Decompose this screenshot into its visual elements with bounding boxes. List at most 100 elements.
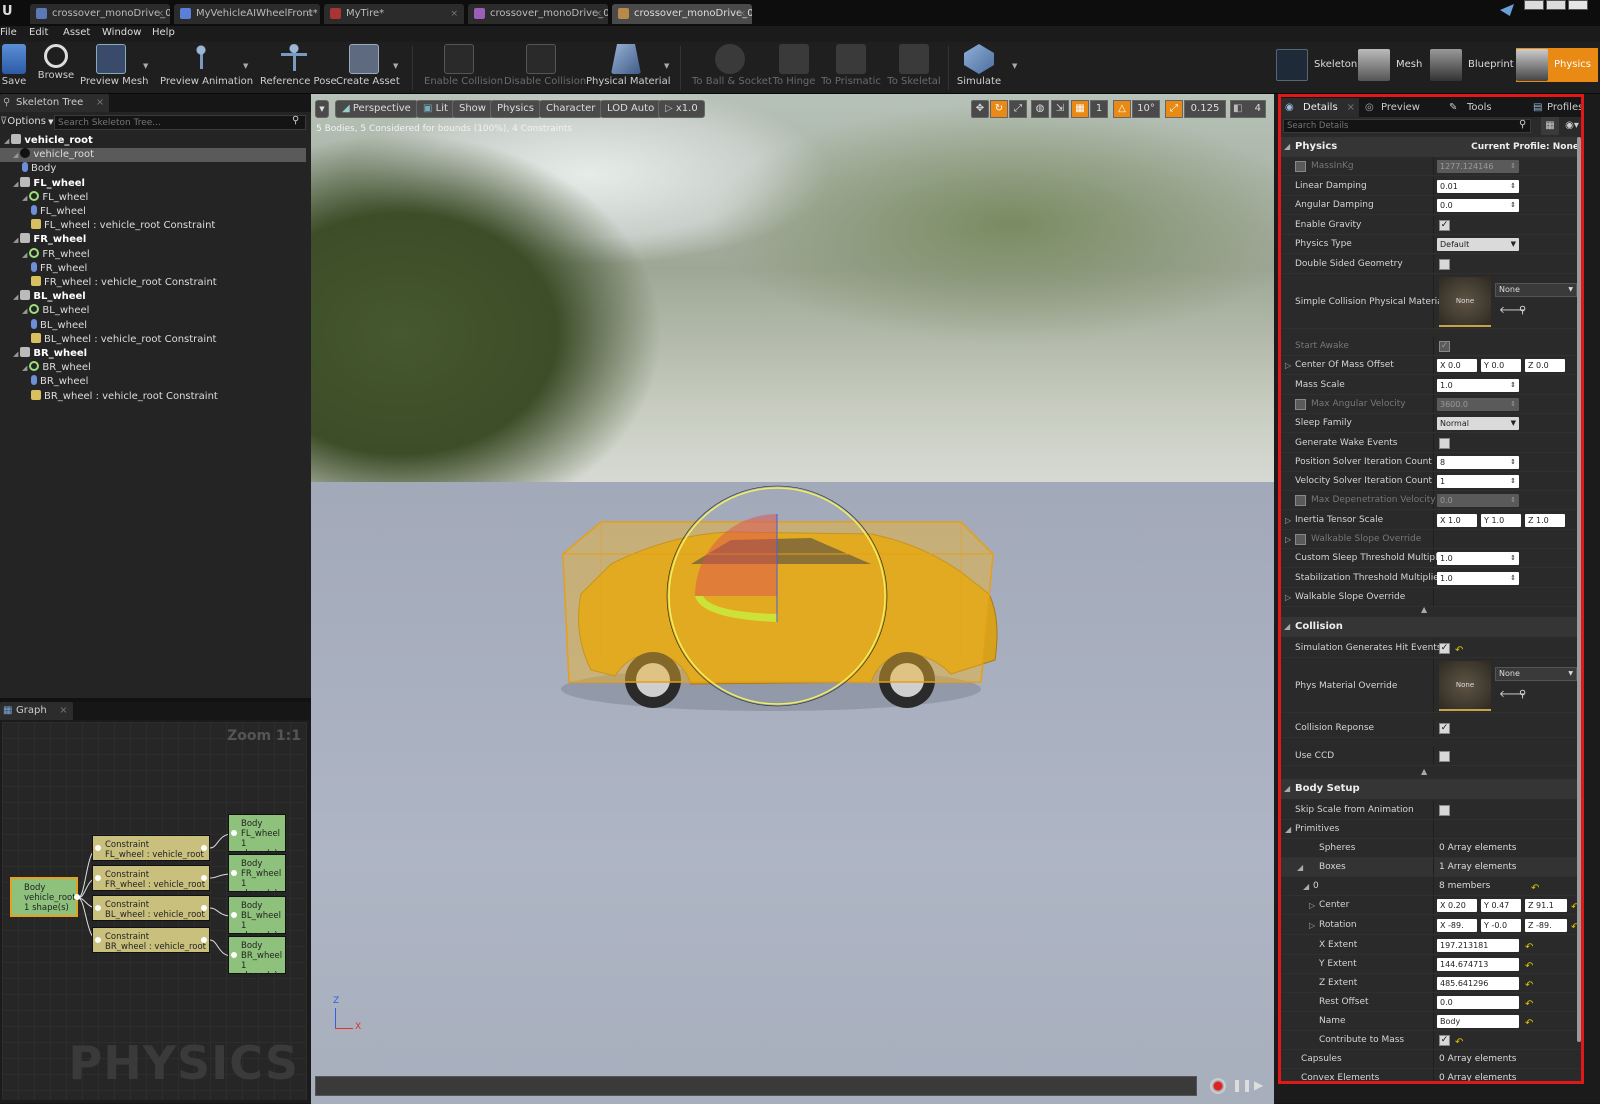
property-checkbox[interactable]: [1439, 259, 1450, 270]
graph-node-constraint[interactable]: Constraint FL_wheel : vehicle_root: [92, 835, 210, 861]
tree-item[interactable]: BR_wheel : vehicle_root Constraint: [0, 389, 306, 404]
collision-response-checkbox[interactable]: ✓: [1439, 723, 1450, 734]
menu-file[interactable]: File: [0, 27, 17, 38]
output-pin[interactable]: [201, 875, 207, 881]
close-icon[interactable]: ×: [738, 4, 746, 24]
graph-node-body[interactable]: BodyBL_wheel1 shape(s): [228, 896, 286, 941]
to-prismatic-button[interactable]: To Prismatic: [820, 44, 882, 92]
tree-item[interactable]: ◢ vehicle_root: [0, 134, 306, 148]
vector-y-field[interactable]: Y 1.0: [1481, 513, 1521, 527]
vector-x-field[interactable]: X 0.0: [1437, 359, 1477, 373]
tree-item[interactable]: ◢ FR_wheel: [0, 233, 306, 247]
boxes-row[interactable]: ◢ Boxes 1 Array elements: [1281, 858, 1581, 877]
sim-hit-events-checkbox[interactable]: ✓: [1439, 643, 1450, 654]
document-tab[interactable]: crossover_monoDrive_01 ×: [30, 4, 170, 24]
to-ball-socket-button[interactable]: To Ball & Socket: [692, 44, 772, 92]
output-pin[interactable]: [74, 894, 80, 900]
eye-visibility-icon[interactable]: ◉▾: [1563, 117, 1581, 135]
collision-section-header[interactable]: ◢ Collision: [1281, 617, 1581, 637]
material-thumbnail[interactable]: None: [1439, 661, 1491, 711]
input-pin[interactable]: [95, 845, 101, 851]
primitives-row[interactable]: ◢ Primitives: [1281, 820, 1581, 839]
tree-item[interactable]: ◢ FL_wheel: [0, 176, 306, 191]
menu-asset[interactable]: Asset: [63, 27, 90, 38]
tab-skeleton-tree[interactable]: ⚲ Skeleton Tree ×: [0, 94, 110, 112]
input-pin[interactable]: [231, 870, 237, 876]
notification-icon[interactable]: [1500, 4, 1514, 16]
name-field[interactable]: Body: [1437, 1015, 1519, 1028]
graph-node-body[interactable]: Body BR_wheel 1 shape(s): [228, 936, 286, 981]
material-picker-dropdown[interactable]: None ▼: [1495, 667, 1577, 681]
property-number-field[interactable]: 0.01 ⇕: [1437, 179, 1519, 193]
mesh-mode-button[interactable]: Mesh: [1358, 48, 1422, 82]
property-number-field[interactable]: 3600.0 ⇕: [1437, 397, 1519, 411]
tree-item[interactable]: FR_wheel: [0, 261, 306, 276]
tree-item[interactable]: ◢ vehicle_root: [0, 148, 306, 163]
browse-asset-icon[interactable]: ⚲: [1519, 301, 1526, 320]
property-number-field[interactable]: 1.0 ⇕: [1437, 552, 1519, 566]
property-matrix-button[interactable]: ▦: [1541, 117, 1559, 135]
use-ccd-checkbox[interactable]: [1439, 751, 1450, 762]
property-number-field[interactable]: 1.0 ⇕: [1437, 378, 1519, 392]
graph-node-body[interactable]: BodyFL_wheel1 shape(s): [228, 814, 286, 859]
document-tab[interactable]: MyVehicleAIWheelFront* ×: [174, 4, 320, 24]
blueprint-mode-button[interactable]: Blueprint: [1430, 48, 1516, 82]
material-thumbnail[interactable]: None: [1439, 277, 1491, 327]
close-icon[interactable]: ×: [96, 94, 104, 112]
tree-item[interactable]: ◢ BL_wheel: [0, 290, 306, 304]
z-extent-field[interactable]: 485.641296: [1437, 977, 1519, 990]
menu-edit[interactable]: Edit: [29, 27, 48, 38]
center-z-field[interactable]: Z 91.1: [1525, 899, 1567, 912]
close-window-button[interactable]: [1568, 0, 1588, 10]
graph-node-body[interactable]: Body FR_wheel 1 shape(s): [228, 854, 286, 899]
maximize-button[interactable]: [1546, 0, 1566, 10]
to-skeletal-button[interactable]: To Skeletal: [886, 44, 942, 92]
input-pin[interactable]: [95, 905, 101, 911]
menu-window[interactable]: Window: [102, 27, 141, 38]
rotation-x-field[interactable]: X -89.: [1437, 919, 1477, 932]
close-icon[interactable]: ×: [1347, 98, 1355, 117]
graph-node-constraint[interactable]: Constraint BR_wheel : vehicle_root: [92, 927, 210, 953]
expand-icon[interactable]: ▷: [1309, 916, 1315, 935]
input-pin[interactable]: [95, 875, 101, 881]
advanced-collapse-arrow[interactable]: ▲: [1421, 605, 1427, 614]
physics-graph-canvas[interactable]: Zoom 1:1 PHYSICS Body vehicle_root 1 sha…: [2, 722, 307, 1100]
expand-icon[interactable]: ▷: [1285, 588, 1291, 607]
tree-item[interactable]: BR_wheel: [0, 375, 306, 389]
vector-y-field[interactable]: Y 0.0: [1481, 359, 1521, 373]
options-dropdown[interactable]: ⊽Options ▼: [0, 114, 54, 130]
expand-icon[interactable]: ▷: [1285, 511, 1291, 530]
expand-icon[interactable]: ◢: [13, 350, 18, 358]
tree-item[interactable]: ◢ BR_wheel: [0, 361, 306, 375]
override-checkbox[interactable]: [1295, 495, 1306, 507]
play-icon[interactable]: ▶: [1254, 1078, 1263, 1092]
reference-pose-button[interactable]: Reference Pose: [260, 44, 337, 92]
rest-offset-field[interactable]: 0.0: [1437, 996, 1519, 1009]
save-button[interactable]: Save: [0, 44, 28, 92]
menu-help[interactable]: Help: [152, 27, 175, 38]
details-search-input[interactable]: [1283, 119, 1531, 133]
expand-icon[interactable]: ◢: [22, 194, 27, 202]
property-number-field[interactable]: 0.0 ⇕: [1437, 199, 1519, 213]
simulate-button[interactable]: Simulate: [956, 44, 1002, 92]
physics-mode-button[interactable]: Physics: [1516, 48, 1598, 82]
enable-collision-button[interactable]: Enable Collision: [424, 44, 503, 92]
details-scrollbar[interactable]: [1577, 137, 1581, 1042]
tree-item[interactable]: ◢ BL_wheel: [0, 304, 306, 318]
expand-icon[interactable]: ◢: [22, 251, 27, 259]
override-checkbox[interactable]: [1295, 398, 1306, 410]
vector-x-field[interactable]: X 1.0: [1437, 513, 1477, 527]
graph-node-constraint[interactable]: Constraint FR_wheel : vehicle_root: [92, 865, 210, 891]
property-number-field[interactable]: 1 ⇕: [1437, 475, 1519, 489]
expand-icon[interactable]: ▷: [1309, 896, 1315, 915]
document-tab[interactable]: MyTire* ×: [324, 4, 464, 24]
close-icon[interactable]: ×: [594, 4, 602, 24]
tree-item[interactable]: ◢ BR_wheel: [0, 347, 306, 361]
input-pin[interactable]: [231, 912, 237, 918]
disable-collision-button[interactable]: Disable Collision: [504, 44, 586, 92]
close-icon[interactable]: ×: [156, 4, 164, 24]
rotation-z-field[interactable]: Z -89.: [1525, 919, 1567, 932]
pause-icon[interactable]: ❚❚: [1232, 1078, 1252, 1092]
tree-item[interactable]: FR_wheel : vehicle_root Constraint: [0, 276, 306, 290]
property-dropdown[interactable]: Default ▼: [1437, 238, 1519, 252]
